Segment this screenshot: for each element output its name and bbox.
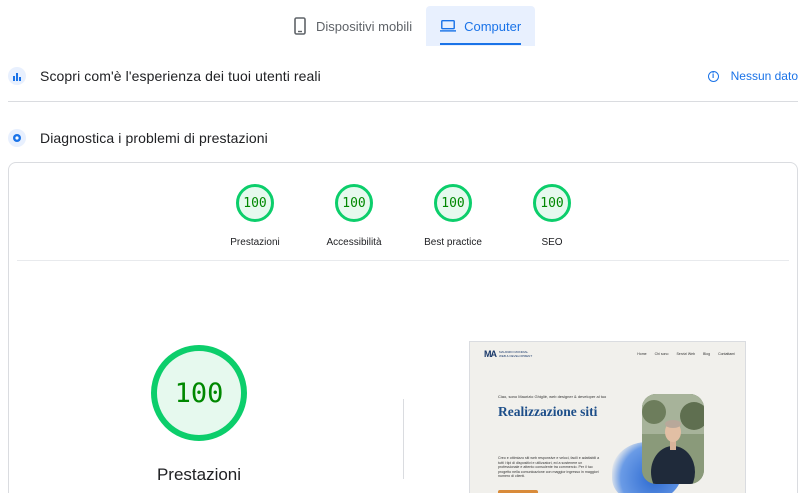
users-chart-icon [8,67,26,85]
preview-menu-item: Blog [703,352,711,356]
logo-mark-icon: MA [484,349,497,359]
tab-desktop[interactable]: Computer [426,6,536,46]
tab-desktop-label: Computer [464,18,522,34]
preview-nav: MA MAURIZIO MONRIAL WEB & DEVELOPMENT Ho… [484,348,735,360]
gauge-best-practices[interactable]: 100 Best practice [403,183,503,248]
score-ring: 100 [433,183,473,223]
gauge-performance[interactable]: 100 Prestazioni [205,183,305,248]
preview-menu-item: Home [637,352,647,356]
mobile-icon [292,17,308,35]
no-data-label: Nessun dato [730,69,798,83]
preview-portrait-photo [642,394,704,484]
score-value: 100 [243,195,267,211]
vertical-divider [403,399,404,479]
preview-menu-item: Chi sono [654,352,669,356]
score-ring: 100 [334,183,374,223]
field-data-title: Scopri com'è l'esperienza dei tuoi utent… [40,68,321,84]
report-card: 100 Prestazioni 100 Accessibilità 100 Be… [8,162,798,493]
desktop-icon [440,17,457,35]
score-label: Best practice [424,237,482,248]
score-gauges: 100 Prestazioni 100 Accessibilità 100 Be… [9,183,797,248]
diagnostics-title: Diagnostica i problemi di prestazioni [40,130,268,146]
section-divider [8,101,798,102]
no-data-link[interactable]: i Nessun dato [707,69,798,83]
preview-intro: Ciao, sono Maurizio Ghigliè, web designe… [498,394,607,399]
preview-logo-text: MAURIZIO MONRIAL WEB & DEVELOPMENT [499,350,533,358]
score-value: 100 [441,195,465,211]
main-score-title: Prestazioni [156,465,242,484]
main-score-gauge: 100 [149,343,249,443]
preview-menu-item: Contattami [718,352,735,356]
preview-logo: MA MAURIZIO MONRIAL WEB & DEVELOPMENT [484,349,535,359]
score-value: 100 [342,195,366,211]
score-label: SEO [541,237,563,248]
score-ring: 100 [532,183,572,223]
page-screenshot-preview: MA MAURIZIO MONRIAL WEB & DEVELOPMENT Ho… [469,341,746,493]
score-ring: 100 [235,183,275,223]
preview-headline: Realizzazione siti [498,404,598,419]
info-icon: i [707,70,719,82]
card-divider [17,260,789,261]
device-tabs: Dispositivi mobili Computer [278,6,536,46]
tab-mobile-label: Dispositivi mobili [316,18,413,34]
gauge-seo[interactable]: 100 SEO [502,183,602,248]
score-value: 100 [540,195,564,211]
diagnostics-header: Diagnostica i problemi di prestazioni [8,128,800,148]
preview-menu-item: Servizi Web [676,352,696,356]
field-data-header: Scopri com'è l'esperienza dei tuoi utent… [8,66,800,86]
score-label: Prestazioni [230,237,280,248]
score-label: Accessibilità [326,237,382,248]
gauge-accessibility[interactable]: 100 Accessibilità [304,183,404,248]
preview-paragraph: Creo e ottimizzo siti web responsive e v… [498,456,600,479]
lab-data-icon [8,129,26,147]
main-score-value: 100 [174,377,224,409]
tab-mobile[interactable]: Dispositivi mobili [278,6,426,46]
preview-menu: Home Chi sono Servizi Web Blog Contattam… [637,352,735,356]
